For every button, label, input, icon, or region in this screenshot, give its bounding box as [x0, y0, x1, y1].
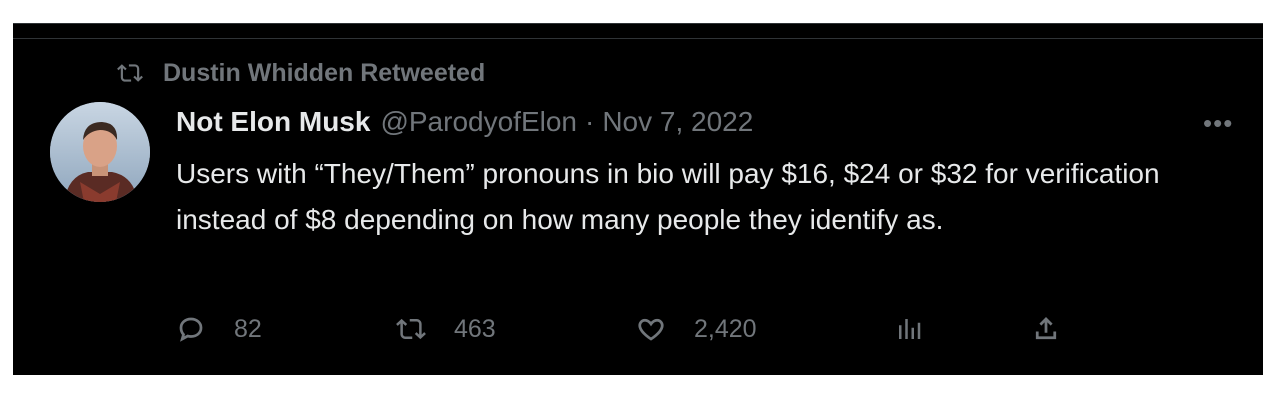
share-icon: [1035, 317, 1057, 340]
retweet-count: 463: [454, 314, 496, 343]
tweet-header: Not Elon Musk @ParodyofElon · Nov 7, 202…: [176, 106, 753, 138]
retweet-button[interactable]: 463: [396, 311, 496, 347]
like-count: 2,420: [694, 314, 757, 343]
share-button[interactable]: [1031, 311, 1089, 347]
header-separator: ·: [585, 106, 595, 137]
retweet-icon: [117, 64, 143, 82]
like-button[interactable]: 2,420: [636, 311, 757, 347]
retweet-icon: [396, 318, 426, 340]
more-icon[interactable]: •••: [1203, 110, 1233, 136]
tweet-text: Users with “They/Them” pronouns in bio w…: [176, 158, 1160, 235]
reply-count: 82: [234, 314, 262, 343]
author-handle[interactable]: @ParodyofElon: [380, 106, 577, 138]
retweet-context[interactable]: Dustin Whidden Retweeted: [117, 58, 486, 87]
views-icon: [899, 319, 921, 339]
action-bar: 82 463 2,420: [176, 311, 1176, 347]
retweet-context-label: Dustin Whidden Retweeted: [163, 58, 486, 87]
tweet-date[interactable]: Nov 7, 2022: [602, 106, 753, 138]
avatar[interactable]: [50, 102, 150, 202]
reply-button[interactable]: 82: [176, 311, 262, 347]
avatar-image: [50, 102, 150, 202]
heart-icon: [638, 318, 664, 341]
views-button[interactable]: [894, 311, 952, 347]
tweet-card[interactable]: Dustin Whidden Retweeted Not Elon Musk @…: [13, 23, 1263, 375]
author-name[interactable]: Not Elon Musk: [176, 106, 370, 138]
reply-icon: [179, 317, 203, 342]
